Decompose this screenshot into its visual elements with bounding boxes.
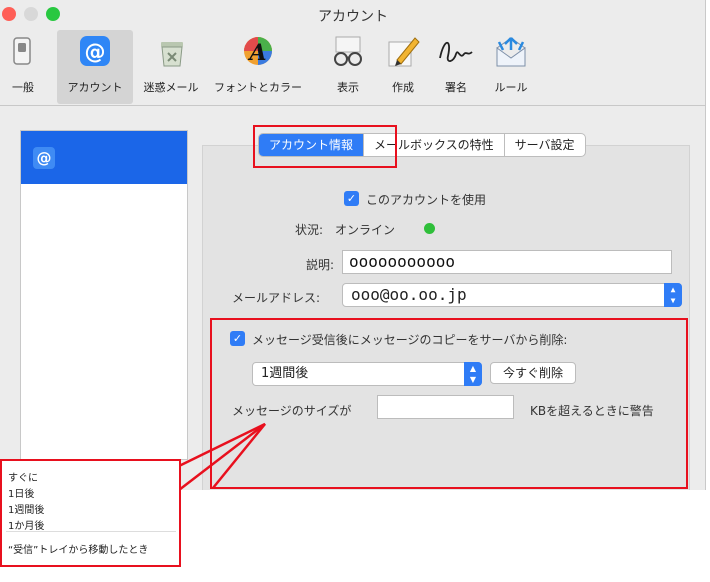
menu-item[interactable]: “受信”トレイから移動したとき [8,541,148,556]
toolbar-item-label: ルール [494,81,528,94]
toolbar-item-rules[interactable]: ルール [486,30,536,104]
toolbar-item-general[interactable]: 一般 [0,30,46,104]
switch-icon [13,37,31,65]
account-list: @ [20,130,188,460]
annotation-highlight-options [210,318,688,489]
menu-item[interactable]: すぐに [8,469,38,484]
online-status-dot [424,223,435,234]
toolbar-item-label: 作成 [392,81,414,94]
email-label: メールアドレス: [232,291,321,305]
signature-icon [439,41,473,62]
menu-item[interactable]: 1週間後 [8,501,44,516]
toolbar-item-label: フォントとカラー [214,81,302,94]
menu-item[interactable]: 1か月後 [8,517,44,532]
svg-text:A: A [247,40,266,66]
email-value: ooo@oo.oo.jp [351,285,467,304]
toolbar-item-composing[interactable]: 作成 [380,30,426,104]
popup-arrows-icon: ▲ ▼ [664,283,682,307]
status-label: 状況: [295,223,324,237]
trash-icon [161,42,183,67]
window-title: アカウント [318,9,388,25]
toolbar-item-label: アカウント [67,81,123,94]
delete-period-menu: すぐに 1日後 1週間後 1か月後 “受信”トレイから移動したとき [0,459,181,567]
menu-item[interactable]: 1日後 [8,485,34,500]
description-label: 説明: [306,258,335,272]
toolbar-item-viewing[interactable]: 表示 [326,30,370,104]
tab-server-settings[interactable]: サーバ設定 [505,134,585,156]
toolbar-item-label: 表示 [337,81,359,94]
toolbar-item-label: 署名 [445,81,467,94]
use-account-label: このアカウントを使用 [366,193,487,207]
svg-text:@: @ [85,40,106,64]
toolbar-item-signatures[interactable]: 署名 [432,30,480,104]
at-sign-icon: @ [80,36,110,66]
menu-separator [6,531,176,532]
toolbar-item-fonts-colors[interactable]: A フォントとカラー [208,30,308,104]
rules-envelope-icon [496,37,526,67]
annotation-highlight-tab [253,125,397,168]
toolbar-item-label: 迷惑メール [143,81,199,94]
toolbar-item-junk-mail[interactable]: 迷惑メール [136,30,206,104]
pencil-icon [388,37,420,67]
title-bar: アカウント [0,0,706,30]
preferences-toolbar: 一般 @ アカウント 迷惑メール A フォントとカラー 表示 作成 署名 ルール [0,30,706,106]
font-color-icon: A [244,37,272,66]
account-list-item[interactable]: @ [21,131,187,184]
status-value: オンライン [335,223,396,237]
at-sign-icon: @ [33,147,55,169]
email-popup[interactable]: ooo@oo.oo.jp ▲ ▼ [342,283,682,307]
use-account-checkbox[interactable]: ✓ [344,191,359,206]
glasses-icon [334,36,362,66]
toolbar-item-accounts[interactable]: @ アカウント [57,30,133,104]
description-field[interactable]: ooooooooooo [342,250,672,274]
toolbar-item-label: 一般 [12,81,34,94]
